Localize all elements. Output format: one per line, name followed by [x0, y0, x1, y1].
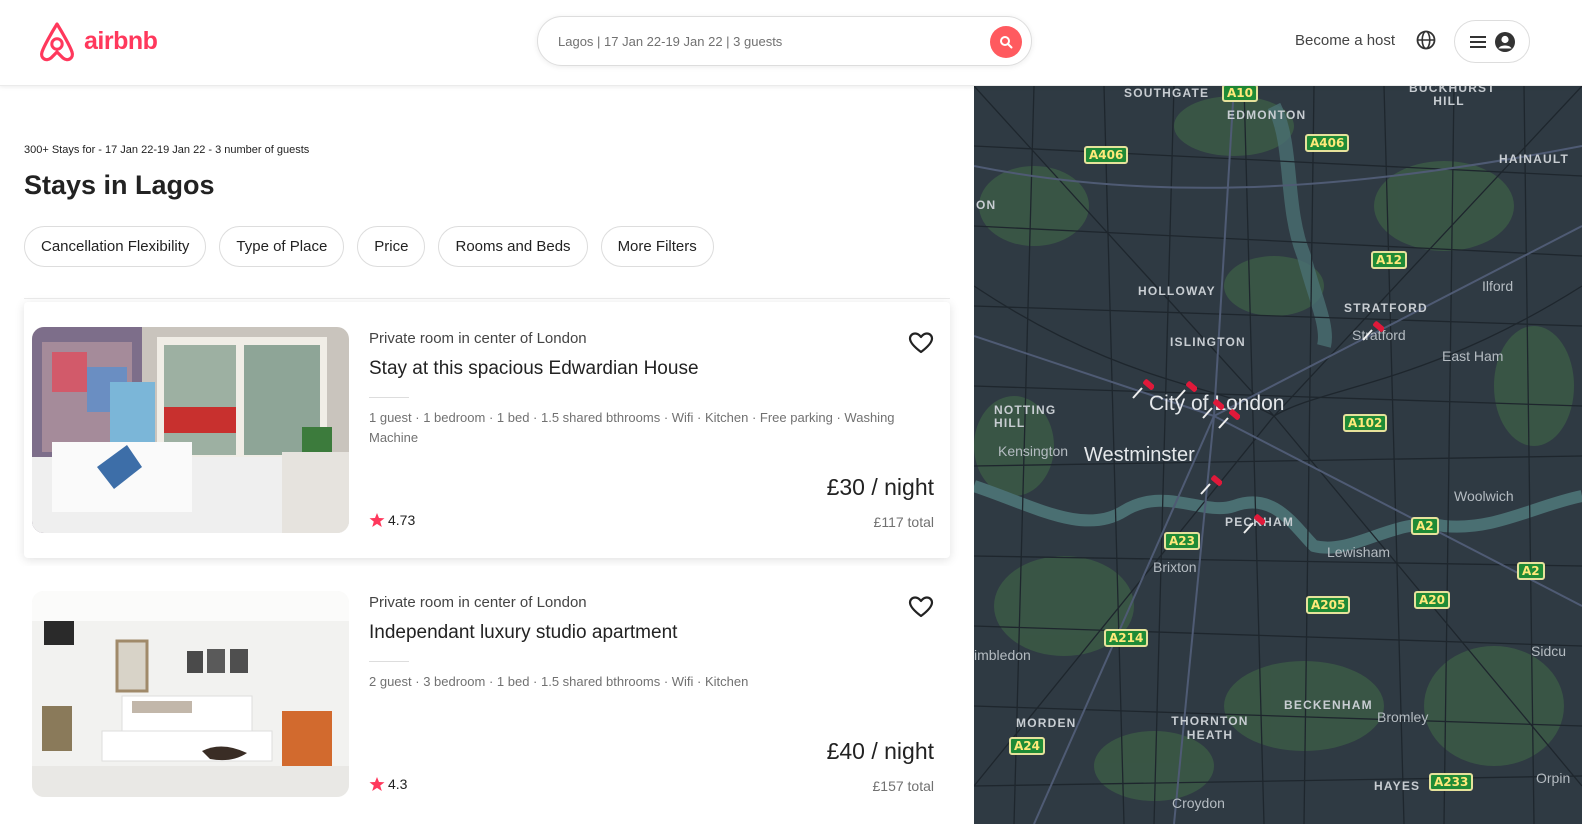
- divider: [24, 298, 950, 299]
- search-bar[interactable]: Lagos | 17 Jan 22-19 Jan 22 | 3 guests: [537, 16, 1032, 66]
- road-badge-a102: A102: [1343, 414, 1388, 432]
- map-label-ilford: Ilford: [1482, 278, 1514, 294]
- listing-title[interactable]: Stay at this spacious Edwardian House: [369, 358, 699, 380]
- map-pin-icon[interactable]: [1216, 406, 1240, 430]
- filter-cancellation[interactable]: Cancellation Flexibility: [24, 226, 207, 267]
- map-label-thornton-heath: THORNTON HEATH: [1171, 714, 1249, 742]
- airbnb-belo-icon: [40, 22, 74, 62]
- user-menu-button[interactable]: [1454, 20, 1530, 63]
- road-badge-a205: A205: [1306, 596, 1351, 614]
- listing-price: £30 / night: [826, 474, 934, 500]
- become-host-link[interactable]: Become a host: [1295, 32, 1395, 49]
- road-badge-a20: A20: [1414, 591, 1450, 609]
- map-label-islington: ISLINGTON: [1170, 335, 1246, 349]
- map-pin-icon[interactable]: [1173, 378, 1197, 402]
- map-label-southgate: SOUTHGATE: [1124, 86, 1210, 100]
- language-button[interactable]: [1415, 29, 1437, 56]
- map-label-buckhurst-hill: BUCKHURST HILL: [1409, 86, 1496, 108]
- map-view[interactable]: SOUTHGATE EDMONTON BUCKHURST HILL HAINAU…: [974, 86, 1582, 824]
- listing-photo[interactable]: [32, 327, 349, 533]
- map-label-sidcup: Sidcu: [1531, 643, 1567, 659]
- airbnb-logo[interactable]: airbnb: [38, 20, 158, 62]
- road-badge-a233: A233: [1429, 773, 1474, 791]
- listing-total: £117 total: [873, 514, 934, 530]
- divider: [369, 397, 409, 398]
- map-label-edmonton: EDMONTON: [1227, 108, 1307, 122]
- listing-card[interactable]: Private room in center of London Indepen…: [24, 566, 950, 822]
- map-label-beckenham: BECKENHAM: [1284, 698, 1373, 712]
- map-pin-icon[interactable]: [1198, 472, 1222, 496]
- user-avatar-icon: [1494, 31, 1515, 52]
- save-button[interactable]: [908, 331, 934, 360]
- map-label-hayes: HAYES: [1374, 779, 1421, 793]
- search-summary[interactable]: Lagos | 17 Jan 22-19 Jan 22 | 3 guests: [558, 34, 782, 49]
- map-label-on: ON: [976, 198, 997, 212]
- bedroom-window-photo: [32, 327, 349, 533]
- map-label-morden: MORDEN: [1016, 716, 1077, 730]
- listing-title[interactable]: Independant luxury studio apartment: [369, 622, 677, 644]
- listing-price: £40 / night: [826, 738, 934, 764]
- star-icon: [369, 777, 385, 791]
- filter-rooms-and-beds[interactable]: Rooms and Beds: [438, 226, 588, 267]
- star-icon: [369, 513, 385, 527]
- map-label-east-ham: East Ham: [1442, 348, 1504, 364]
- map-label-hainault: HAINAULT: [1499, 152, 1570, 166]
- save-button[interactable]: [908, 595, 934, 624]
- globe-icon: [1416, 30, 1436, 50]
- divider: [369, 661, 409, 662]
- map-label-woolwich: Woolwich: [1454, 488, 1514, 504]
- listing-amenities: 2 guest · 3 bedroom · 1 bed · 1.5 shared…: [369, 674, 749, 689]
- listing-subtitle: Private room in center of London: [369, 330, 587, 347]
- filter-price[interactable]: Price: [357, 226, 426, 267]
- map-pin-icon[interactable]: [1360, 318, 1384, 342]
- road-badge-a12: A12: [1371, 251, 1407, 269]
- results-summary: 300+ Stays for - 17 Jan 22-19 Jan 22 - 3…: [24, 144, 310, 156]
- page-title: Stays in Lagos: [24, 170, 215, 200]
- map-pin-icon[interactable]: [1241, 511, 1265, 535]
- rating-value: 4.3: [388, 776, 408, 792]
- map-label-orpington: Orpin: [1536, 770, 1571, 786]
- map-label-kensington: Kensington: [998, 443, 1069, 459]
- studio-bedroom-photo: [32, 591, 349, 797]
- map-label-lewisham: Lewisham: [1327, 544, 1391, 560]
- listing-total: £157 total: [872, 778, 935, 794]
- brand-name: airbnb: [84, 26, 158, 55]
- listing-card[interactable]: Private room in center of London Stay at…: [24, 302, 950, 558]
- rating-value: 4.73: [388, 512, 416, 528]
- road-badge-a24: A24: [1009, 737, 1045, 755]
- listing-amenities: 1 guest · 1 bedroom · 1 bed · 1.5 shared…: [369, 410, 895, 445]
- road-badge-a2: A2: [1517, 562, 1545, 580]
- listing-subtitle: Private room in center of London: [369, 594, 587, 611]
- search-icon: [1000, 36, 1013, 49]
- hamburger-icon: [1469, 35, 1486, 48]
- listing-rating: 4.73: [369, 512, 415, 528]
- road-badge-a406: A406: [1084, 146, 1129, 164]
- map-label-notting-hill: NOTTING HILL: [994, 403, 1057, 430]
- filter-type-of-place[interactable]: Type of Place: [219, 226, 345, 267]
- listing-rating: 4.3: [369, 776, 407, 792]
- map-pin-icon[interactable]: [1130, 376, 1154, 400]
- road-badge-a23: A23: [1164, 532, 1200, 550]
- listings-panel: 300+ Stays for - 17 Jan 22-19 Jan 22 - 3…: [0, 86, 974, 824]
- road-badge-a2: A2: [1411, 517, 1439, 535]
- map-label-stratford-area: STRATFORD: [1344, 301, 1428, 315]
- map-label-westminster: Westminster: [1084, 444, 1195, 466]
- filter-bar: Cancellation Flexibility Type of Place P…: [24, 226, 714, 267]
- top-nav: airbnb Lagos | 17 Jan 22-19 Jan 22 | 3 g…: [0, 0, 1582, 86]
- road-badge-a406: A406: [1305, 134, 1350, 152]
- map-label-brixton: Brixton: [1153, 559, 1197, 575]
- map-label-holloway: HOLLOWAY: [1138, 284, 1216, 298]
- heart-icon: [908, 332, 934, 354]
- road-badge-a214: A214: [1104, 629, 1149, 647]
- heart-icon: [908, 596, 934, 618]
- map-label-bromley: Bromley: [1377, 709, 1429, 725]
- listing-photo[interactable]: [32, 591, 349, 797]
- road-badge-a10: A10: [1222, 86, 1258, 102]
- map-label-wimbledon: imbledon: [974, 647, 1031, 663]
- map-label-croydon: Croydon: [1172, 795, 1225, 811]
- filter-more[interactable]: More Filters: [600, 226, 714, 267]
- search-button[interactable]: [990, 26, 1022, 58]
